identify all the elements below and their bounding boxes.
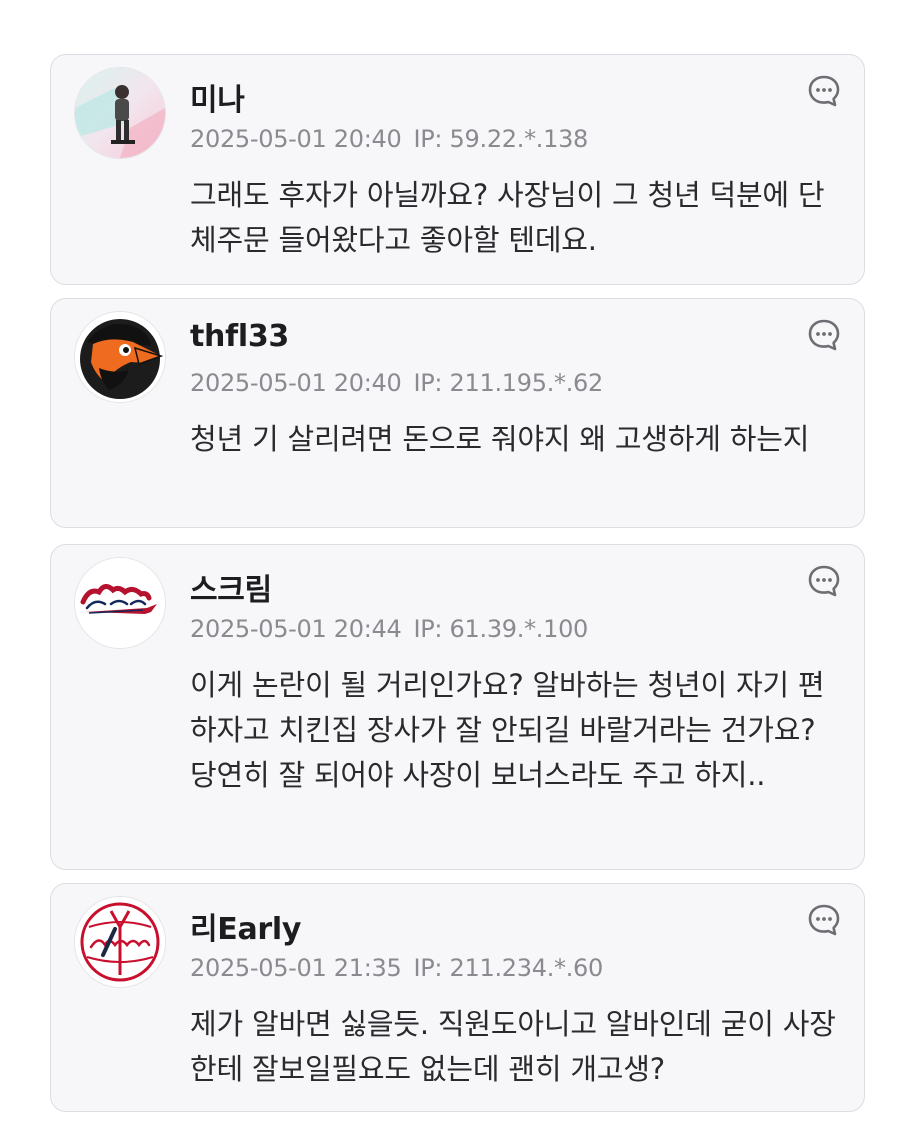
username[interactable]: 리Early — [190, 904, 301, 948]
username[interactable]: 미나 — [190, 75, 245, 119]
username[interactable]: thfl33 — [190, 319, 289, 354]
avatar[interactable] — [75, 558, 165, 648]
comment-meta: 2025-05-01 20:40 IP: 211.195.*.62 — [190, 369, 603, 397]
orioles-bird-logo-icon — [75, 312, 165, 402]
timestamp: 2025-05-01 20:40 — [190, 125, 402, 153]
comment-card: 스크림 2025-05-01 20:44 IP: 61.39.*.100 이게 논… — [50, 544, 865, 870]
timestamp: 2025-05-01 20:44 — [190, 615, 402, 643]
ip-address: IP: 59.22.*.138 — [413, 125, 589, 153]
reply-button[interactable] — [806, 563, 842, 599]
comment-bubble-icon — [808, 319, 840, 351]
timestamp: 2025-05-01 20:40 — [190, 369, 402, 397]
ip-address: IP: 211.234.*.60 — [413, 954, 603, 982]
avatar[interactable] — [75, 897, 165, 987]
reply-button[interactable] — [806, 317, 842, 353]
comment-text: 그래도 후자가 아닐까요? 사장님이 그 청년 덕분에 단체주문 들어왔다고 좋… — [190, 178, 825, 257]
comment-text: 이게 논란이 될 거리인가요? 알바하는 청년이 자기 편하자고 치킨집 장사가… — [190, 668, 825, 792]
username[interactable]: 스크림 — [190, 565, 272, 609]
comment-text: 제가 알바면 싫을듯. 직원도아니고 알바인데 굳이 사장한테 잘보일필요도 없… — [190, 1007, 836, 1086]
comment-meta: 2025-05-01 21:35 IP: 211.234.*.60 — [190, 954, 603, 982]
comment-bubble-icon — [808, 75, 840, 107]
ip-address: IP: 211.195.*.62 — [413, 369, 603, 397]
comment-text: 청년 기 살리려면 돈으로 줘야지 왜 고생하게 하는지 — [190, 422, 810, 456]
reply-button[interactable] — [806, 902, 842, 938]
comment-meta: 2025-05-01 20:44 IP: 61.39.*.100 — [190, 615, 588, 643]
reply-button[interactable] — [806, 73, 842, 109]
comment-card: 리Early 2025-05-01 21:35 IP: 211.234.*.60 … — [50, 883, 865, 1112]
avatar[interactable] — [75, 312, 165, 402]
ip-address: IP: 61.39.*.100 — [413, 615, 589, 643]
comment-bubble-icon — [808, 565, 840, 597]
profile-photo-icon — [75, 68, 165, 158]
comment-card: thfl33 2025-05-01 20:40 IP: 211.195.*.62 … — [50, 298, 865, 528]
yankees-logo-icon — [75, 897, 165, 987]
braves-logo-icon — [75, 558, 165, 648]
comment-card: 미나 2025-05-01 20:40 IP: 59.22.*.138 그래도 후… — [50, 54, 865, 285]
comment-bubble-icon — [808, 904, 840, 936]
timestamp: 2025-05-01 21:35 — [190, 954, 402, 982]
comment-meta: 2025-05-01 20:40 IP: 59.22.*.138 — [190, 125, 588, 153]
avatar[interactable] — [75, 68, 165, 158]
